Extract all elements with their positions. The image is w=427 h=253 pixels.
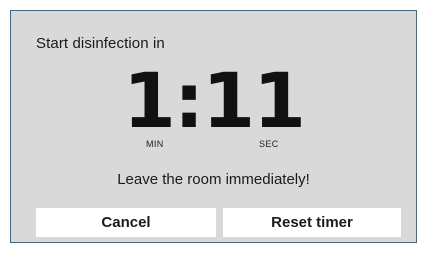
- countdown-minutes: 1: [122, 56, 176, 145]
- countdown-separator: :: [173, 56, 204, 145]
- dialog-title: Start disinfection in: [36, 35, 165, 52]
- reset-timer-button[interactable]: Reset timer: [223, 208, 401, 237]
- seconds-unit-label: SEC: [259, 139, 279, 149]
- disinfection-dialog: Start disinfection in 1:11 MIN SEC Leave…: [10, 10, 417, 243]
- countdown-timer: 1:11 MIN SEC: [11, 59, 416, 159]
- countdown-digits: 1:11: [11, 59, 416, 143]
- minutes-unit-label: MIN: [146, 139, 164, 149]
- countdown-seconds: 11: [202, 56, 306, 145]
- cancel-button[interactable]: Cancel: [36, 208, 216, 237]
- warning-message: Leave the room immediately!: [117, 171, 310, 188]
